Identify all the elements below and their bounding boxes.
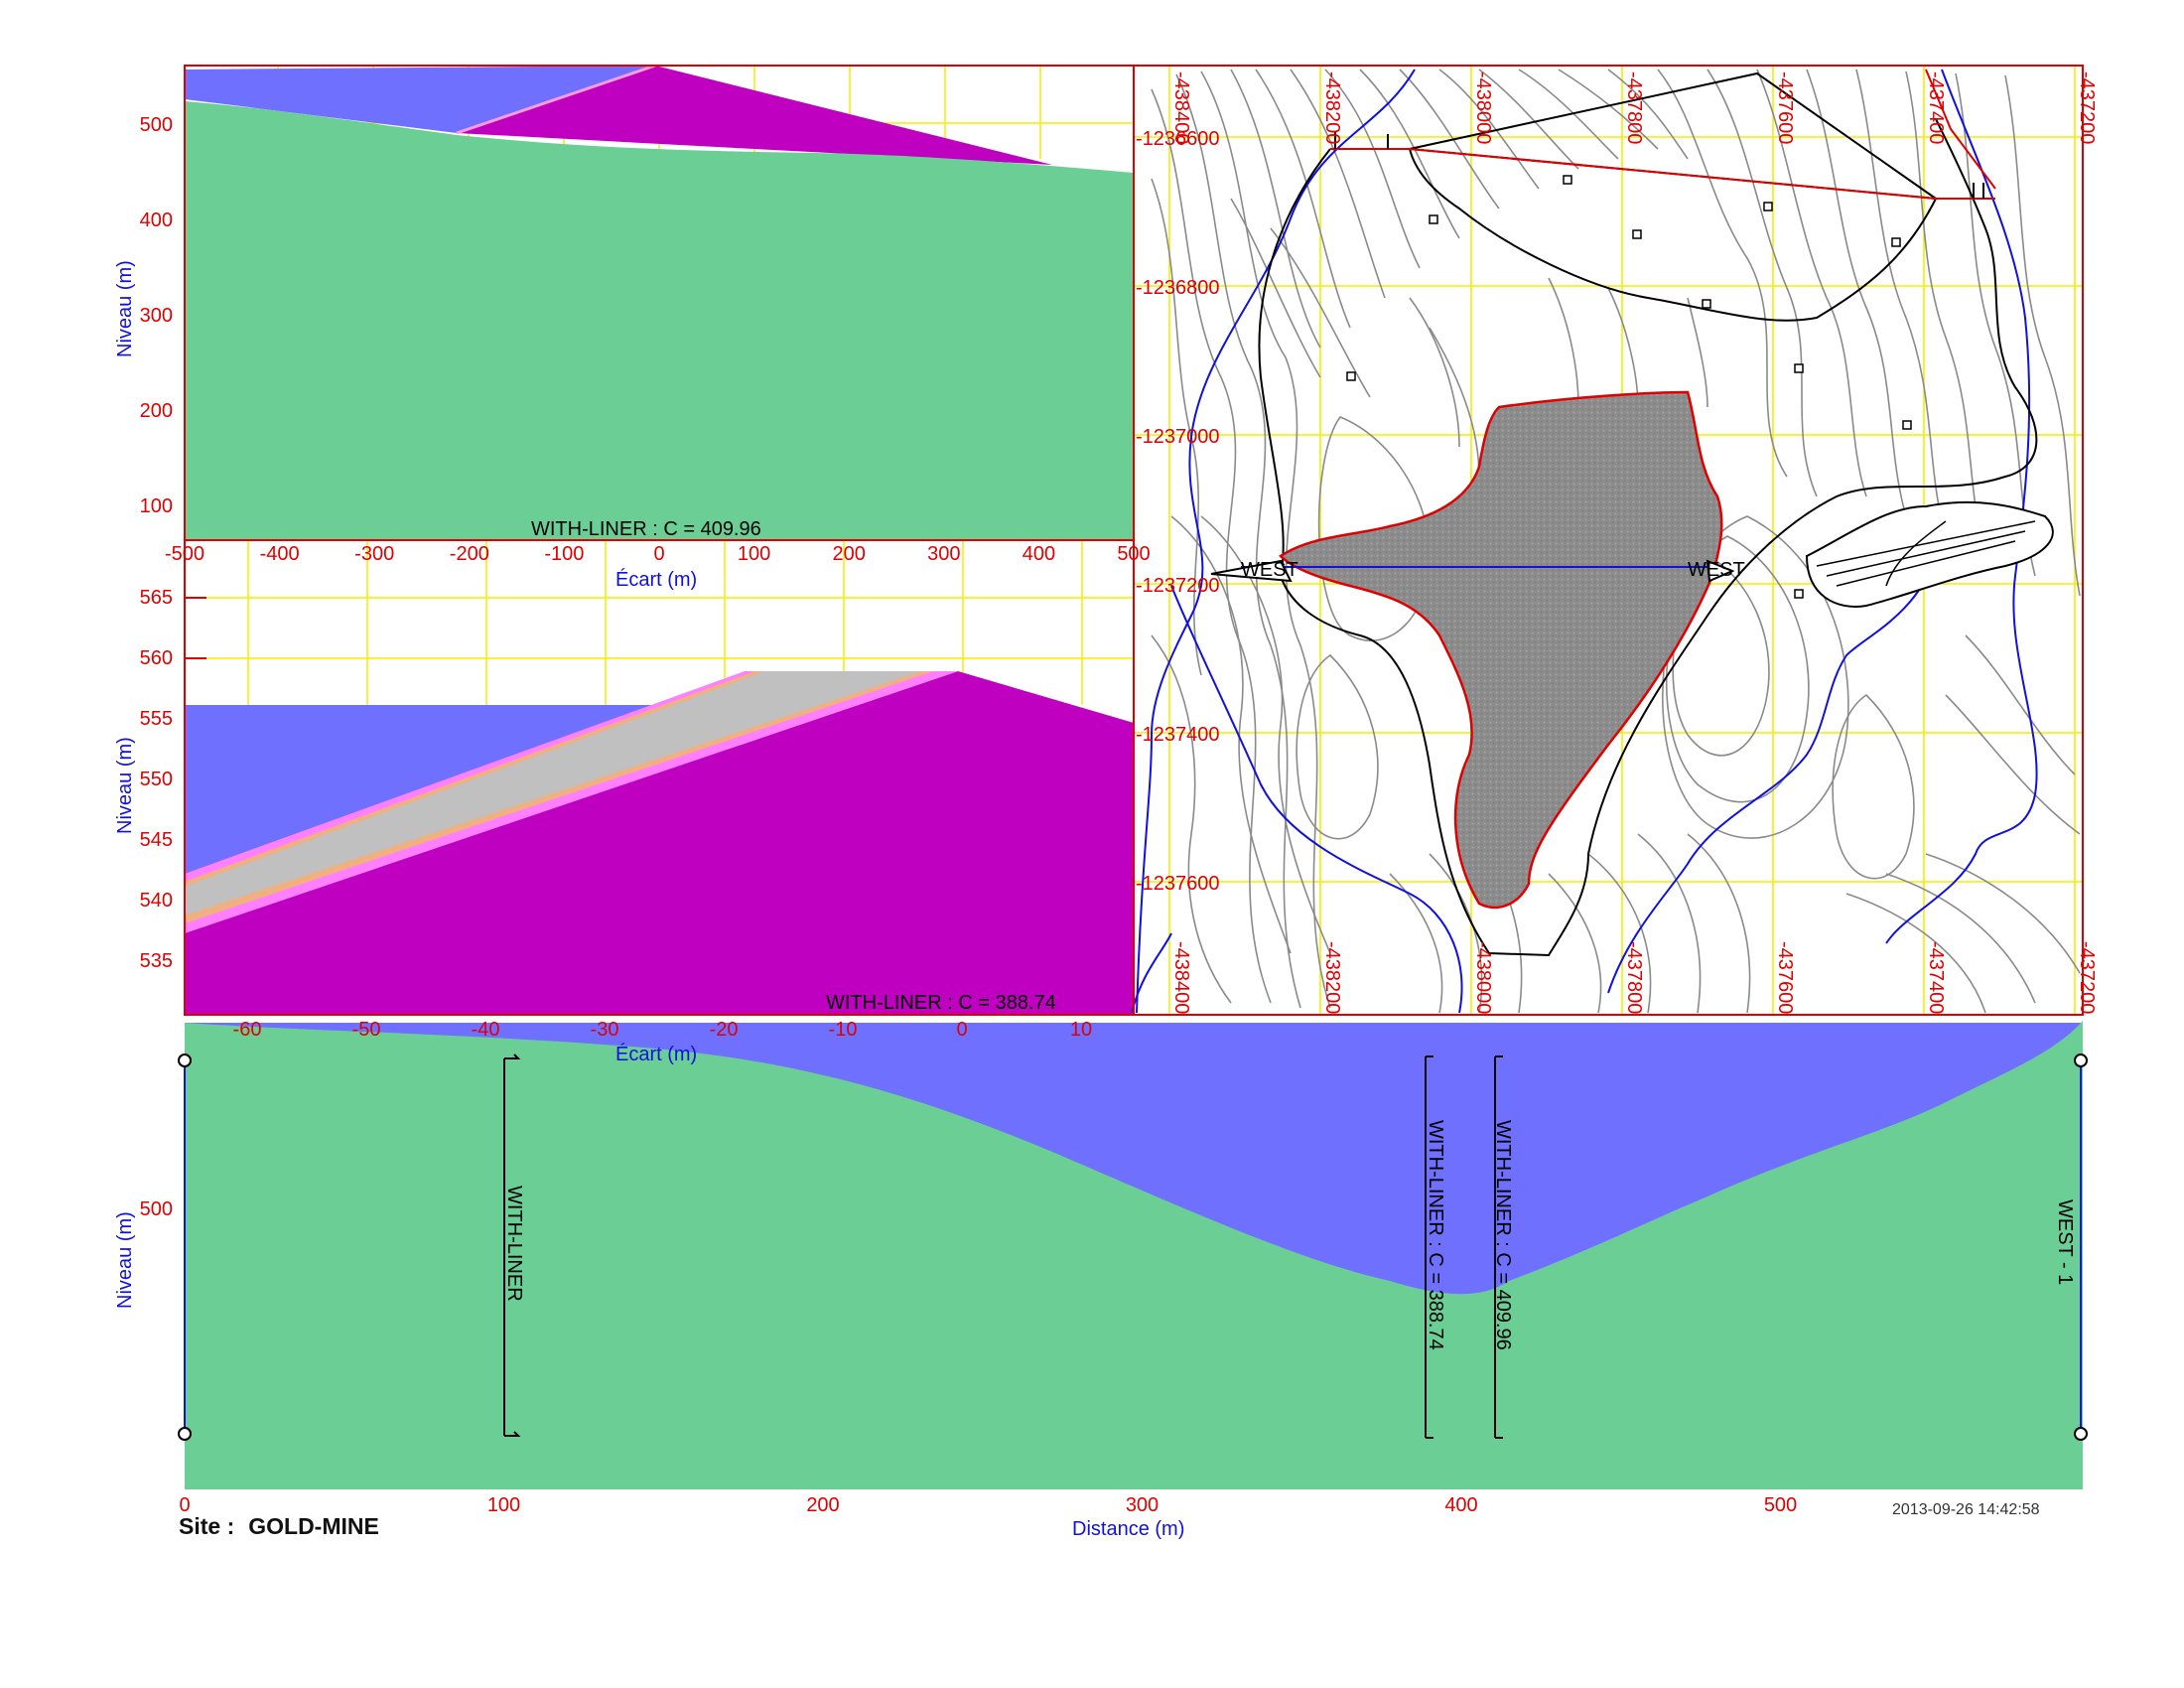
top-x-tick-3: -200 [450, 543, 489, 565]
top-y-tick-1: 400 [140, 210, 173, 231]
middle-x-tick-3: -30 [591, 1019, 619, 1041]
top-y-axis-title: Niveau (m) [114, 260, 136, 357]
plan-view: WEST WEST [1131, 65, 2084, 1016]
middle-y-axis-title: Niveau (m) [114, 737, 136, 834]
site-name: GOLD-MINE [248, 1513, 379, 1539]
middle-x-tick-7: 10 [1070, 1019, 1092, 1041]
top-x-tick-8: 300 [927, 543, 960, 565]
profile-end-label: WEST - 1 [2054, 1199, 2076, 1285]
plan-easting-bottom-label-5: -437400 [1925, 941, 1947, 1014]
profile-control-point-top-left[interactable] [178, 1054, 192, 1067]
top-x-tick-9: 400 [1023, 543, 1055, 565]
plan-easting-top-label-5: -437400 [1925, 71, 1947, 144]
top-x-tick-0: -500 [165, 543, 205, 565]
middle-y-tick-labels: 565 560 555 550 545 540 535 [140, 587, 173, 972]
middle-y-tick-6: 535 [140, 950, 173, 972]
profile-control-point-bottom-right[interactable] [2074, 1427, 2088, 1441]
top-y-tick-4: 100 [140, 495, 173, 517]
timestamp: 2013-09-26 14:42:58 [1892, 1501, 2040, 1518]
middle-y-tick-2: 555 [140, 708, 173, 730]
profile-x-tick-3: 300 [1126, 1494, 1159, 1516]
profile-control-point-top-right[interactable] [2074, 1054, 2088, 1067]
top-x-tick-2: -300 [354, 543, 394, 565]
plan-easting-top-label-0: -438400 [1170, 71, 1192, 144]
plan-easting-bottom-label-6: -437200 [2076, 941, 2098, 1014]
top-section-label: WITH-LINER : C = 409.96 [531, 518, 761, 540]
profile-x-tick-1: 100 [487, 1494, 520, 1516]
plan-northing-label-3: -1237200 [1136, 575, 1220, 597]
profile-x-tick-4: 400 [1444, 1494, 1477, 1516]
middle-y-tick-3: 550 [140, 769, 173, 790]
middle-x-axis-title: Écart (m) [615, 1043, 697, 1065]
top-y-tick-labels: 500 400 300 200 100 [140, 114, 173, 517]
top-y-tick-0: 500 [140, 114, 173, 136]
middle-x-tick-1: -50 [352, 1019, 381, 1041]
top-x-tick-1: -400 [260, 543, 300, 565]
plan-section-label-west: WEST [1241, 559, 1298, 581]
profile-marker-label-1: WITH-LINER [503, 1186, 525, 1302]
plan-easting-bottom-label-2: -438000 [1472, 941, 1494, 1014]
middle-x-tick-2: -40 [472, 1019, 500, 1041]
top-ground-fill [185, 101, 1134, 540]
middle-y-tick-0: 565 [140, 587, 173, 609]
plan-easting-top-label-6: -437200 [2076, 71, 2098, 144]
middle-x-tick-0: -60 [233, 1019, 262, 1041]
middle-section-label: WITH-LINER : C = 388.74 [826, 992, 1056, 1014]
plan-easting-top-label-3: -437800 [1623, 71, 1645, 144]
profile-y-tick-labels: 500 [140, 1198, 173, 1220]
plan-northing-label-2: -1237000 [1136, 426, 1220, 448]
middle-section: WITH-LINER : C = 388.74 [184, 539, 1135, 1016]
top-section: WITH-LINER : C = 409.96 [184, 64, 1135, 541]
profile-x-tick-5: 500 [1764, 1494, 1797, 1516]
plan-easting-bottom-label-3: -437800 [1623, 941, 1645, 1014]
plan-easting-bottom-label-0: -438400 [1170, 941, 1192, 1014]
top-x-tick-4: -100 [544, 543, 584, 565]
plan-easting-bottom-label-1: -438200 [1321, 941, 1343, 1014]
middle-y-tick-1: 560 [140, 647, 173, 669]
profile-y-tick-0: 500 [140, 1198, 173, 1220]
site-label: Site : [179, 1513, 235, 1539]
top-x-tick-5: 0 [653, 543, 664, 565]
middle-x-tick-5: -10 [829, 1019, 858, 1041]
top-y-tick-2: 300 [140, 305, 173, 327]
top-y-tick-3: 200 [140, 400, 173, 422]
profile-x-axis-title: Distance (m) [1072, 1518, 1184, 1540]
top-x-tick-6: 100 [738, 543, 770, 565]
site-caption: Site : GOLD-MINE [179, 1513, 393, 1540]
profile-marker-label-3: WITH-LINER : C = 409.96 [1492, 1120, 1514, 1350]
plan-northing-label-5: -1237600 [1136, 873, 1220, 895]
top-x-axis-title: Écart (m) [615, 568, 697, 591]
middle-x-tick-6: 0 [956, 1019, 967, 1041]
middle-y-tick-4: 545 [140, 829, 173, 851]
plan-easting-top-label-1: -438200 [1321, 71, 1343, 144]
plan-easting-top-label-4: -437600 [1774, 71, 1796, 144]
profile-x-tick-labels: 0 100 200 300 400 500 [179, 1494, 1797, 1516]
plan-section-label-east: WEST [1688, 559, 1745, 581]
profile-marker-label-2: WITH-LINER : C = 388.74 [1425, 1120, 1446, 1350]
profile-control-point-bottom-left[interactable] [178, 1427, 192, 1441]
top-x-tick-10: 500 [1117, 543, 1150, 565]
plan-easting-bottom-label-4: -437600 [1774, 941, 1796, 1014]
profile-section: WITH-LINER WITH-LINER : C = 388.74 WITH-… [178, 1021, 2088, 1489]
top-x-tick-7: 200 [833, 543, 866, 565]
plan-easting-top-label-2: -438000 [1472, 71, 1494, 144]
middle-x-tick-4: -20 [710, 1019, 739, 1041]
plan-northing-label-1: -1236800 [1136, 277, 1220, 299]
profile-y-axis-title: Niveau (m) [114, 1211, 136, 1309]
plan-northing-label-4: -1237400 [1136, 724, 1220, 746]
profile-x-tick-2: 200 [806, 1494, 839, 1516]
middle-y-tick-5: 540 [140, 890, 173, 912]
